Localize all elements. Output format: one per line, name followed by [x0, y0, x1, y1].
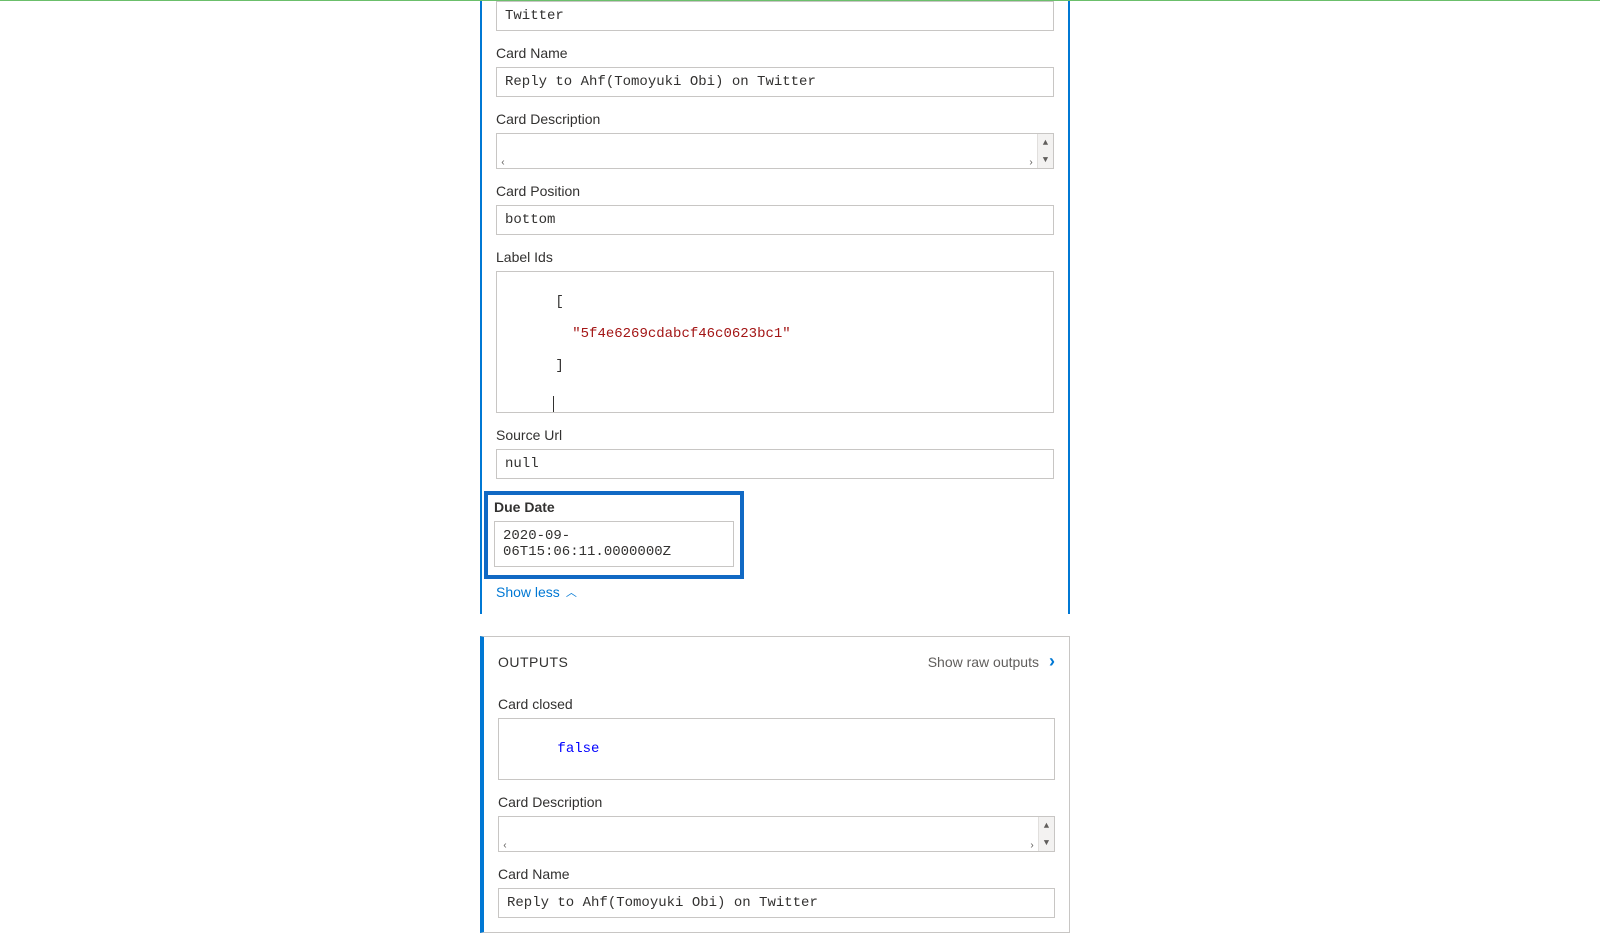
out-card-name-label: Card Name — [498, 866, 1055, 882]
first-field-value[interactable]: Twitter — [496, 1, 1054, 31]
vscroll-out[interactable]: ▲ ▼ — [1038, 817, 1054, 851]
scroll-right-icon[interactable]: › — [1026, 841, 1038, 852]
vscroll[interactable]: ▲ ▼ — [1037, 134, 1053, 168]
show-less-button[interactable]: Show less ︿ — [496, 584, 577, 600]
source-url-label: Source Url — [496, 427, 1054, 443]
due-date-box-extension — [748, 538, 1055, 570]
out-card-description-value[interactable]: 【PR】Logic Apps や Power Automate(Flow) を使… — [498, 816, 1055, 852]
scroll-right-icon[interactable]: › — [1025, 158, 1037, 169]
hscroll[interactable]: ‹ › — [497, 158, 1037, 168]
scroll-left-icon[interactable]: ‹ — [497, 158, 509, 169]
card-description-label: Card Description — [496, 111, 1054, 127]
inputs-panel: Twitter Card Name Reply to Ahf(Tomoyuki … — [480, 1, 1070, 614]
card-position-value[interactable]: bottom — [496, 205, 1054, 235]
show-less-label: Show less — [496, 584, 560, 600]
card-description-value[interactable]: 【PR】Logic Apps や Power Automate(Flow) を使… — [496, 133, 1054, 169]
card-name-value[interactable]: Reply to Ahf(Tomoyuki Obi) on Twitter — [496, 67, 1054, 97]
json-close-bracket: ] — [555, 358, 563, 374]
chevron-up-icon: ︿ — [566, 584, 577, 600]
scroll-up-icon[interactable]: ▲ — [1038, 817, 1054, 834]
source-url-value[interactable]: null — [496, 449, 1054, 479]
hscroll-track[interactable] — [509, 159, 1025, 167]
chevron-right-icon: › — [1049, 651, 1055, 672]
label-ids-value[interactable]: [ "5f4e6269cdabcf46c0623bc1" ] — [496, 271, 1054, 413]
card-closed-label: Card closed — [498, 696, 1055, 712]
show-raw-label: Show raw outputs — [928, 654, 1039, 670]
card-position-label: Card Position — [496, 183, 1054, 199]
label-id-string: "5f4e6269cdabcf46c0623bc1" — [572, 326, 790, 342]
outputs-header: OUTPUTS Show raw outputs › — [498, 637, 1055, 682]
json-open-bracket: [ — [555, 294, 563, 310]
viewport: Twitter Card Name Reply to Ahf(Tomoyuki … — [0, 1, 1600, 933]
card-closed-bool: false — [557, 741, 599, 757]
label-ids-label: Label Ids — [496, 249, 1054, 265]
due-date-highlight: Due Date 2020-09-06T15:06:11.0000000Z — [484, 491, 744, 579]
outputs-title: OUTPUTS — [498, 654, 568, 670]
scroll-down-icon[interactable]: ▼ — [1037, 151, 1053, 168]
out-card-name-value[interactable]: Reply to Ahf(Tomoyuki Obi) on Twitter — [498, 888, 1055, 918]
scroll-up-icon[interactable]: ▲ — [1037, 134, 1053, 151]
hscroll-track-out[interactable] — [511, 842, 1026, 850]
scroll-left-icon[interactable]: ‹ — [499, 841, 511, 852]
hscroll-out[interactable]: ‹ › — [499, 841, 1038, 851]
outputs-panel: OUTPUTS Show raw outputs › Card closed f… — [480, 636, 1070, 933]
show-raw-outputs-button[interactable]: Show raw outputs › — [928, 651, 1055, 672]
scroll-down-icon[interactable]: ▼ — [1038, 834, 1054, 851]
due-date-label: Due Date — [494, 499, 734, 515]
text-cursor — [553, 396, 554, 412]
due-date-value[interactable]: 2020-09-06T15:06:11.0000000Z — [494, 521, 734, 567]
out-card-description-label: Card Description — [498, 794, 1055, 810]
card-name-label: Card Name — [496, 45, 1054, 61]
card-closed-value[interactable]: false — [498, 718, 1055, 780]
